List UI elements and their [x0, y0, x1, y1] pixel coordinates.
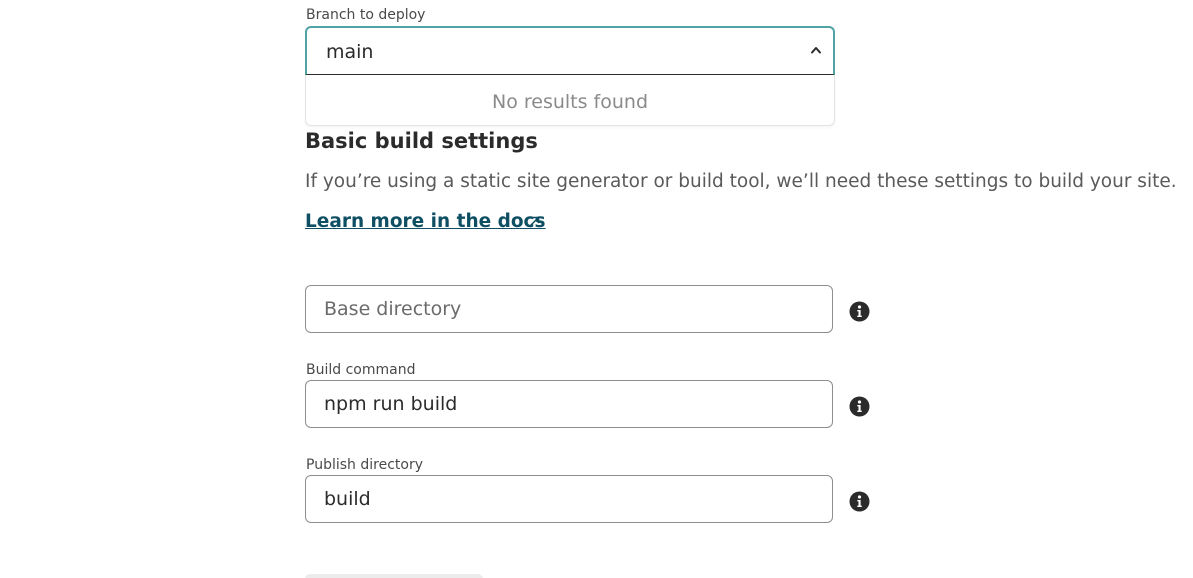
branch-dropdown-menu: No results found [305, 75, 835, 126]
chevron-up-icon[interactable] [811, 46, 821, 54]
learn-more-docs-link[interactable]: Learn more in the docs [305, 210, 546, 234]
publish-directory-label: Publish directory [306, 457, 423, 473]
external-link-arrow-icon [529, 216, 540, 227]
no-results-message: No results found [491, 91, 649, 113]
info-icon[interactable] [849, 396, 870, 417]
branch-label: Branch to deploy [306, 7, 426, 23]
base-directory-input[interactable] [305, 285, 833, 333]
branch-select[interactable]: main [305, 26, 835, 75]
info-icon[interactable] [849, 491, 870, 512]
build-settings-page: Branch to deploy main No results found B… [0, 0, 1193, 578]
section-description: If you’re using a static site generator … [305, 171, 1177, 192]
publish-directory-input[interactable] [305, 475, 833, 523]
info-icon[interactable] [849, 301, 870, 322]
branch-value: main [326, 41, 374, 63]
section-title: Basic build settings [305, 129, 538, 153]
deploy-button-partial[interactable] [305, 574, 483, 578]
build-command-input[interactable] [305, 380, 833, 428]
build-command-label: Build command [306, 362, 416, 378]
